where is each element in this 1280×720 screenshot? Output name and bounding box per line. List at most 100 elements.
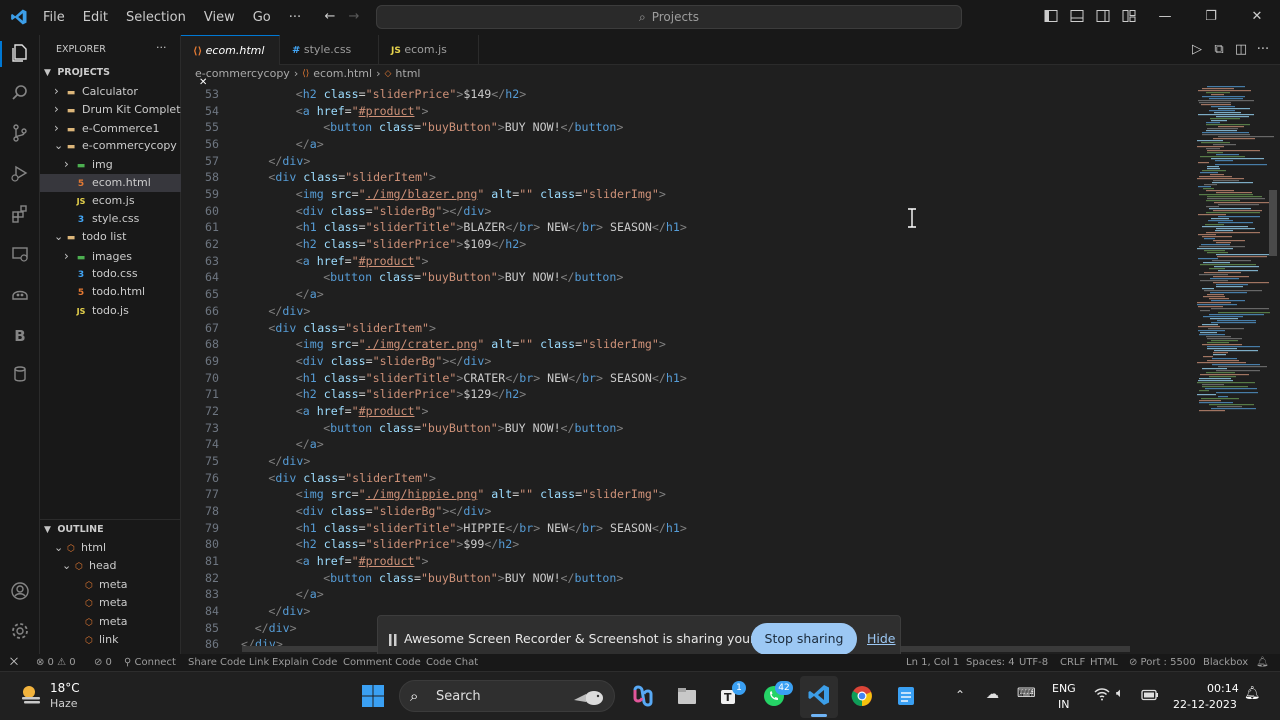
search-icon[interactable] [8,83,32,107]
projects-section-header[interactable]: ▼ PROJECTS [40,64,181,82]
breadcrumb-folder[interactable]: e-commercycopy [195,66,290,82]
tree-item[interactable]: › ▬ Calculator [40,82,181,100]
extensions-icon[interactable] [8,204,32,228]
outline-section-header[interactable]: ▼ OUTLINE [40,521,181,539]
encoding[interactable]: UTF-8 [1019,654,1048,671]
notepad-icon[interactable] [894,684,918,708]
menu-go[interactable]: Go [244,0,280,35]
close-icon[interactable]: ✕ [1249,9,1265,25]
vscode-logo-icon[interactable] [10,8,28,26]
code-chat[interactable]: Code Chat [426,654,478,671]
minimap-scrollbar-thumb[interactable] [1269,190,1277,256]
tab-style-css[interactable]: # style.css [280,35,379,65]
toggle-secondary-sidebar-icon[interactable] [1095,9,1111,25]
remote-explorer-icon[interactable] [8,244,32,268]
notification-bell-icon[interactable]: 🔔︎ [1244,686,1261,701]
menu-file[interactable]: File [34,0,74,35]
menu-selection[interactable]: Selection [117,0,195,35]
tree-item[interactable]: 3 style.css [40,210,181,228]
blackbox-icon[interactable]: B [8,324,32,348]
chevron-up-icon[interactable]: ⌃ [955,688,965,702]
database-icon[interactable] [8,364,32,388]
line-endings[interactable]: CRLF [1060,654,1085,671]
explorer-icon[interactable] [8,42,32,66]
hide-banner-link[interactable]: Hide [867,631,896,646]
minimize-icon[interactable]: — [1157,9,1173,25]
more-actions-icon[interactable]: ··· [1255,42,1271,58]
forward-arrow-icon[interactable]: → [346,9,362,25]
split-editor-icon[interactable]: ◫ [1233,42,1249,58]
tree-item[interactable]: › ▬ e-Commerce1 [40,119,181,137]
accounts-icon[interactable] [8,581,32,605]
share-code-link[interactable]: Share Code Link [188,654,269,671]
tree-item[interactable]: › ▬ Drum Kit Complet... [40,100,181,118]
outline-item[interactable]: ⬡ link [40,631,181,649]
outline-item[interactable]: ⬡ meta [40,594,181,612]
copilot-icon[interactable] [8,284,32,308]
customize-layout-icon[interactable] [1121,9,1137,25]
weather-desc[interactable]: Haze [50,697,78,710]
tree-item[interactable]: 5 todo.html [40,283,181,301]
weather-icon[interactable] [18,682,44,708]
volume-icon[interactable]: 🔈︎ [1116,686,1124,701]
blackbox-status[interactable]: Blackbox [1203,654,1248,671]
source-control-icon[interactable] [8,123,32,147]
breadcrumb-file[interactable]: ecom.html [313,66,372,82]
live-server-port[interactable]: ⊘ Port : 5500 [1129,654,1196,671]
outline-item[interactable]: ⌄ ⬡ head [40,557,181,575]
menu-view[interactable]: View [195,0,244,35]
onedrive-icon[interactable]: ☁ [986,687,999,702]
comment-code[interactable]: Comment Code [343,654,421,671]
back-arrow-icon[interactable]: ← [322,9,338,25]
run-debug-icon[interactable] [8,163,32,187]
restore-icon[interactable]: ❐ [1203,9,1219,25]
command-center-search[interactable]: ⌕ Projects [376,5,962,29]
notifications-bell-icon[interactable]: 🔔︎ [1256,654,1269,671]
explorer-more-button[interactable]: ··· [156,41,167,54]
language-mode[interactable]: HTML [1090,654,1118,671]
tree-item[interactable]: 3 todo.css [40,265,181,283]
wifi-icon[interactable] [1094,686,1110,702]
outline-item[interactable]: ⌄ ⬡ html [40,539,181,557]
indentation[interactable]: Spaces: 4 [966,654,1015,671]
menu-edit[interactable]: Edit [74,0,117,35]
run-code-icon[interactable]: ▷ [1189,42,1205,58]
open-changes-icon[interactable]: ⧉ [1211,42,1227,58]
minimap[interactable] [1191,82,1280,654]
language-bottom[interactable]: IN [1058,698,1069,711]
outline-item[interactable]: ⬡ meta [40,613,181,631]
taskbar-search-box[interactable]: ⌕ Search [399,680,615,712]
tree-item[interactable]: ⌄ ▬ todo list [40,228,181,246]
outline-item[interactable]: ⬡ meta [40,576,181,594]
toggle-panel-icon[interactable] [1069,9,1085,25]
ports-count[interactable]: ⊘ 0 [94,654,112,671]
code-editor[interactable]: 53 <h2 class="sliderPrice">$149</h2> 54 <a … [181,82,1191,654]
tree-item[interactable]: ⌄ ▬ e-commercycopy [40,137,181,155]
language-top[interactable]: ENG [1052,682,1076,695]
battery-icon[interactable] [1141,687,1159,701]
weather-temp[interactable]: 18°C [50,681,80,695]
clock-date[interactable]: 22-12-2023 [1173,698,1237,711]
tree-item[interactable]: JS todo.js [40,302,181,320]
tab-ecom-html[interactable]: ⟨⟩ ecom.html ✕ [181,35,280,88]
problems-count[interactable]: ⊗ 0 ⚠ 0 [36,654,76,671]
tab-ecom-js[interactable]: JS ecom.js [379,35,479,65]
copilot-taskbar-icon[interactable] [631,684,655,708]
tree-item[interactable]: › ▬ images [40,247,181,265]
cursor-position[interactable]: Ln 1, Col 1 [906,654,959,671]
clock-time[interactable]: 00:14 [1207,682,1239,695]
tree-item[interactable]: JS ecom.js [40,192,181,210]
stop-sharing-button[interactable]: Stop sharing [751,623,857,655]
explain-code[interactable]: Explain Code [272,654,337,671]
remote-indicator-icon[interactable]: ⨉ [0,654,28,671]
windows-start-icon[interactable] [361,684,385,708]
menu-more[interactable]: ··· [280,0,310,35]
vscode-taskbar-button[interactable] [800,676,838,718]
file-explorer-icon[interactable] [675,684,699,708]
breadcrumb-symbol[interactable]: html [395,66,420,82]
settings-gear-icon[interactable] [8,621,32,645]
connect-button[interactable]: ⚲ Connect [124,654,176,671]
keyboard-icon[interactable]: ⌨ [1017,686,1036,701]
chrome-icon[interactable] [850,684,874,708]
toggle-sidebar-icon[interactable] [1043,9,1059,25]
